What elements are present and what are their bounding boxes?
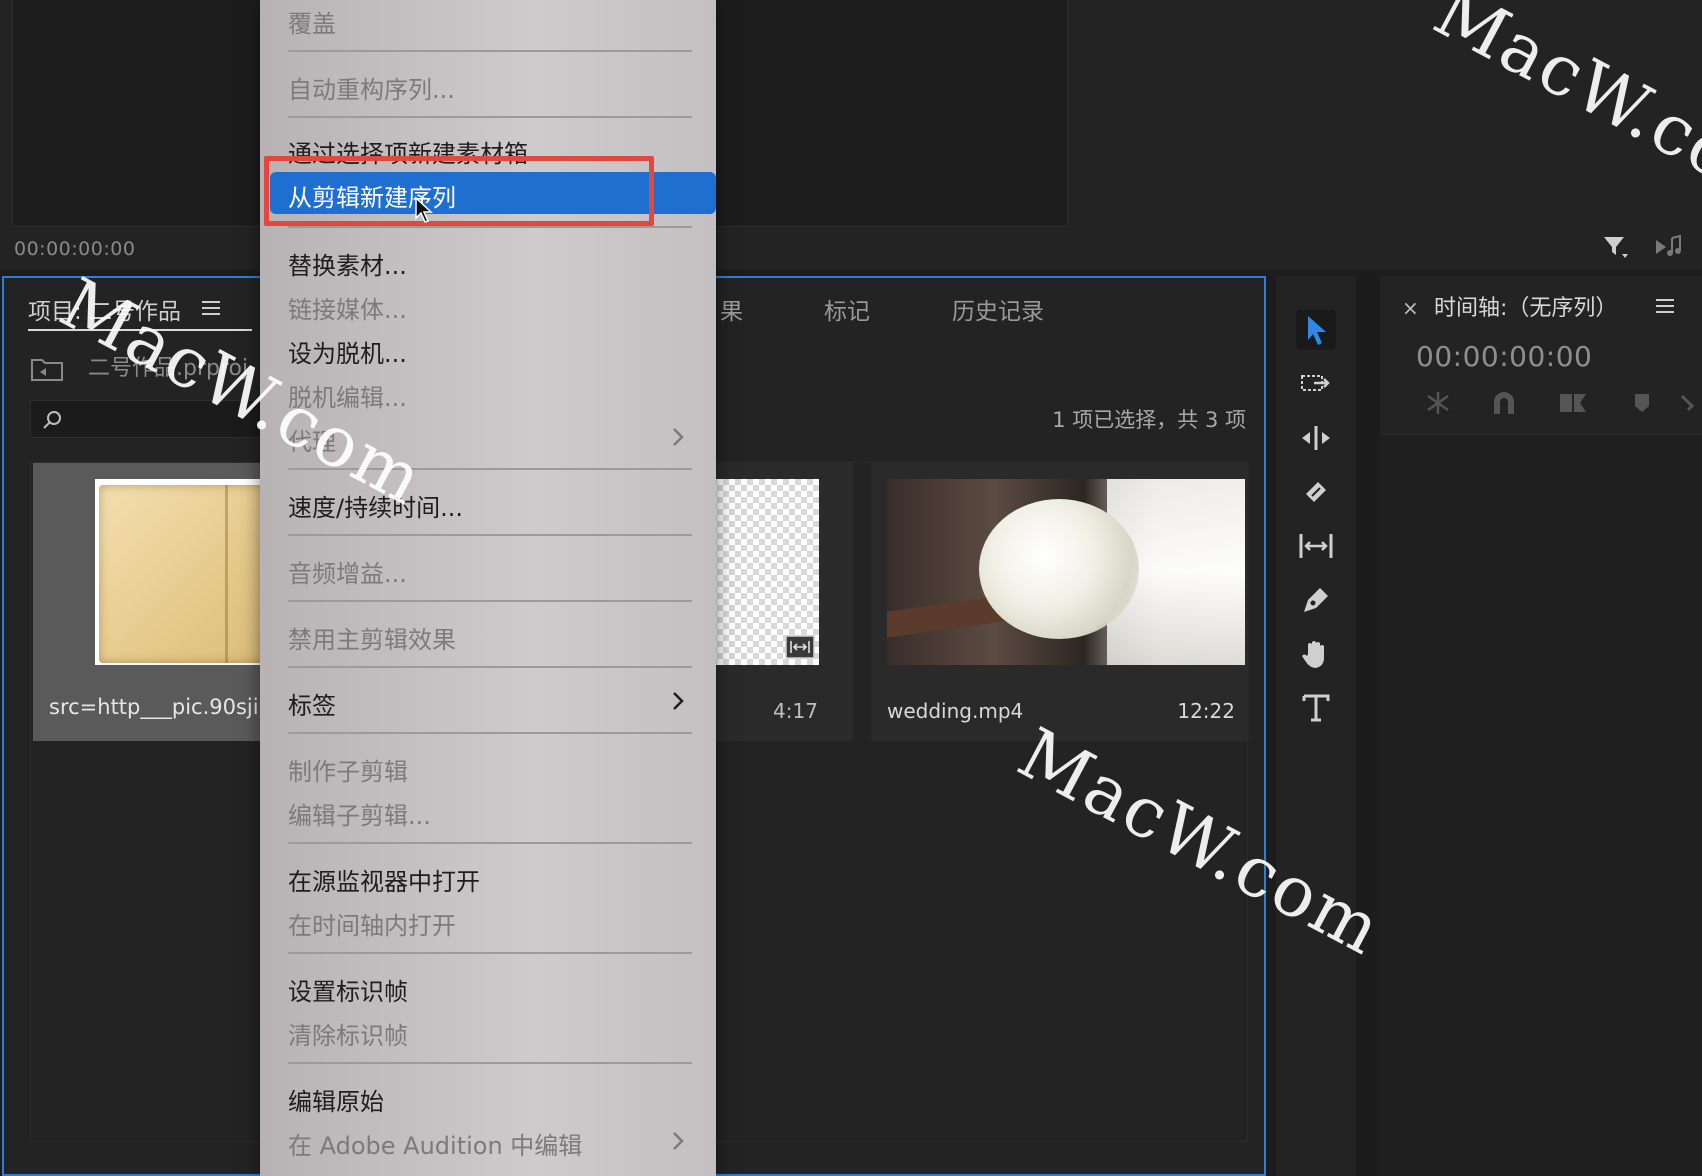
menu-item-edit-subclip[interactable]: 编辑子剪辑... xyxy=(288,796,431,831)
premiere-window: 00:00:00:00 项目: 二号作品 果 标记 历史记录 二号作品.prpr… xyxy=(0,0,1702,1176)
menu-item-label[interactable]: 标签 xyxy=(288,686,336,721)
menu-separator xyxy=(288,1062,692,1064)
menu-separator xyxy=(288,842,692,844)
search-input[interactable] xyxy=(30,400,270,438)
pen-tool[interactable] xyxy=(1296,580,1336,620)
project-file-name: 二号作品.prproj xyxy=(88,356,249,381)
tab-markers[interactable]: 标记 xyxy=(824,292,870,326)
chevron-right-icon xyxy=(673,428,684,446)
menu-item-make-offline[interactable]: 设为脱机... xyxy=(288,334,407,369)
mouse-cursor-icon xyxy=(415,196,433,223)
panel-menu-icon[interactable] xyxy=(202,300,220,316)
menu-item-audio-gain[interactable]: 音频增益... xyxy=(288,554,407,589)
track-select-forward-tool[interactable] xyxy=(1296,364,1336,404)
media-item-duration: 4:17 xyxy=(773,699,818,723)
media-item-duration: 12:22 xyxy=(1177,699,1235,723)
menu-item-speed-duration[interactable]: 速度/持续时间... xyxy=(288,488,463,523)
menu-separator xyxy=(288,952,692,954)
ripple-edit-icon xyxy=(1302,426,1330,450)
search-icon xyxy=(43,411,61,429)
chevron-right-icon xyxy=(673,692,684,710)
media-thumbnail xyxy=(887,479,1245,665)
menu-separator xyxy=(288,116,692,118)
selection-status: 1 项已选择，共 3 项 xyxy=(1052,408,1246,432)
ripple-edit-tool[interactable] xyxy=(1296,418,1336,458)
hand-icon xyxy=(1302,641,1324,668)
menu-item-replace-footage[interactable]: 替换素材... xyxy=(288,246,407,281)
tab-project[interactable]: 项目: 二号作品 xyxy=(28,292,181,326)
audio-output-icon[interactable] xyxy=(1652,232,1686,262)
menu-item-set-poster-frame[interactable]: 设置标识帧 xyxy=(288,972,408,1007)
media-item-wedding[interactable]: wedding.mp4 12:22 xyxy=(871,463,1249,741)
source-monitor-timecode[interactable]: 00:00:00:00 xyxy=(14,238,135,260)
snap-magnet-icon[interactable] xyxy=(1488,388,1520,418)
menu-item-overwrite[interactable]: 覆盖 xyxy=(288,4,336,39)
menu-item-auto-reframe[interactable]: 自动重构序列... xyxy=(288,70,455,105)
media-thumbnail xyxy=(95,479,273,665)
hand-tool[interactable] xyxy=(1296,634,1336,674)
type-tool[interactable] xyxy=(1296,688,1336,728)
tools-panel xyxy=(1276,276,1356,1176)
close-icon[interactable]: × xyxy=(1402,296,1419,320)
settings-wrench-icon[interactable] xyxy=(1678,388,1702,418)
source-monitor: 00:00:00:00 xyxy=(0,0,1702,270)
menu-separator xyxy=(288,732,692,734)
menu-item-clear-poster-frame[interactable]: 清除标识帧 xyxy=(288,1016,408,1051)
menu-separator xyxy=(288,50,692,52)
timeline-tracks[interactable] xyxy=(1380,434,1702,1176)
track-select-forward-icon xyxy=(1301,375,1330,391)
timeline-title[interactable]: 时间轴:（无序列） xyxy=(1434,290,1617,322)
timeline-menu-icon[interactable] xyxy=(1656,298,1674,314)
menu-item-open-in-timeline[interactable]: 在时间轴内打开 xyxy=(288,906,456,941)
menu-item-link-media[interactable]: 链接媒体... xyxy=(288,290,407,325)
timeline-panel: × 时间轴:（无序列） 00:00:00:00 xyxy=(1380,276,1702,1176)
linked-selection-icon[interactable] xyxy=(1556,388,1588,418)
menu-item-edit-original[interactable]: 编辑原始 xyxy=(288,1082,384,1117)
menu-item-proxy[interactable]: 代理 xyxy=(288,422,336,457)
pen-icon xyxy=(1304,588,1328,612)
filter-icon[interactable] xyxy=(1600,232,1630,262)
media-item-image[interactable]: src=http___pic.90sjimg.com xyxy=(33,463,273,741)
razor-tool[interactable] xyxy=(1296,472,1336,512)
add-marker-icon[interactable] xyxy=(1626,388,1658,418)
type-icon xyxy=(1302,694,1330,722)
sequence-icon xyxy=(785,635,815,659)
menu-separator xyxy=(288,600,692,602)
nest-icon[interactable] xyxy=(1422,388,1454,418)
menu-item-make-subclip[interactable]: 制作子剪辑 xyxy=(288,752,408,787)
menu-item-edit-in-audition[interactable]: 在 Adobe Audition 中编辑 xyxy=(288,1126,582,1161)
annotation-highlight-box xyxy=(264,156,654,226)
chevron-right-icon xyxy=(673,1132,684,1150)
parent-bin-icon[interactable] xyxy=(30,356,64,382)
razor-icon xyxy=(1306,482,1326,502)
menu-item-edit-offline[interactable]: 脱机编辑... xyxy=(288,378,407,413)
menu-separator xyxy=(288,468,692,470)
tab-history[interactable]: 历史记录 xyxy=(952,292,1044,326)
slip-tool[interactable] xyxy=(1296,526,1336,566)
media-item-name: wedding.mp4 xyxy=(887,699,1024,723)
menu-separator xyxy=(288,534,692,536)
selection-tool[interactable] xyxy=(1296,310,1336,350)
slip-icon xyxy=(1299,534,1333,558)
menu-separator xyxy=(288,226,692,228)
menu-item-open-in-source-monitor[interactable]: 在源监视器中打开 xyxy=(288,862,480,897)
active-tab-underline xyxy=(28,329,252,331)
menu-separator xyxy=(288,666,692,668)
media-item-name: src=http___pic.90sjimg.com xyxy=(49,695,273,719)
tab-effects[interactable]: 果 xyxy=(720,292,743,326)
menu-item-disable-master-clip-effects[interactable]: 禁用主剪辑效果 xyxy=(288,620,456,655)
selection-tool-icon xyxy=(1308,316,1326,345)
timeline-timecode[interactable]: 00:00:00:00 xyxy=(1416,340,1592,373)
